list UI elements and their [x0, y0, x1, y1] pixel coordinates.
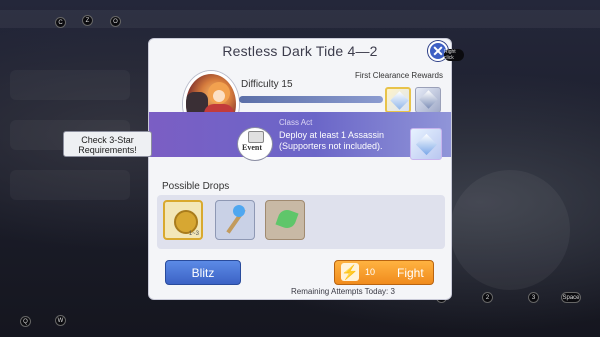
blitz-button[interactable]: Blitz	[165, 260, 241, 285]
key-hint-c: C	[55, 17, 66, 28]
difficulty-bar-fill	[239, 96, 383, 103]
event-badge: Event	[237, 127, 273, 161]
background-row	[10, 170, 130, 200]
lightning-icon: ⚡	[341, 263, 359, 281]
background-row	[10, 70, 130, 100]
key-hint-z: Z	[82, 15, 93, 26]
remaining-attempts: Remaining Attempts Today: 3	[291, 287, 395, 296]
star-crystal-icon	[415, 133, 438, 156]
drop-item-gold-coin[interactable]: 1~3	[163, 200, 203, 240]
herb-icon	[275, 207, 299, 231]
check-three-star-button[interactable]: Check 3-Star Requirements!	[63, 131, 152, 157]
ticket-icon	[419, 90, 438, 109]
background-circle	[450, 170, 570, 290]
key-hint-o: O	[110, 16, 121, 27]
fight-button[interactable]: ⚡ 10 Fight	[334, 260, 434, 285]
close-key-hint: Right click	[444, 49, 464, 61]
fight-label: Fight	[397, 266, 424, 280]
key-hint-w: W	[55, 315, 66, 326]
stamina-cost: 10	[365, 267, 376, 277]
scroll-icon	[248, 131, 264, 143]
close-icon: ✕	[432, 42, 444, 59]
first-clear-reward-crystal[interactable]	[385, 87, 411, 113]
event-label: Event	[242, 143, 262, 152]
drop-quantity: 1~3	[188, 231, 199, 237]
key-hint-space: Space	[561, 292, 581, 303]
possible-drops-label: Possible Drops	[162, 181, 230, 192]
stage-title: Restless Dark Tide 4—2	[222, 43, 378, 59]
first-clear-reward-ticket[interactable]	[415, 87, 441, 113]
gem-icon	[233, 205, 245, 217]
class-act-label: Class Act	[279, 118, 313, 127]
drop-item-green-herb[interactable]	[265, 200, 305, 240]
class-act-reward[interactable]	[410, 128, 442, 160]
key-hint-2: 2	[482, 292, 493, 303]
first-clearance-label: First Clearance Rewards	[354, 71, 443, 80]
stage-dialog: Restless Dark Tide 4—2 ✕ Right click ★ ★…	[148, 38, 464, 300]
class-act-description: Deploy at least 1 Assassin (Supporters n…	[279, 130, 385, 151]
key-hint-3: 3	[528, 292, 539, 303]
difficulty-label: Difficulty 15	[241, 79, 293, 90]
key-hint-q: Q	[20, 316, 31, 327]
drops-list: 1~3	[157, 195, 445, 249]
drop-item-blue-wand[interactable]	[215, 200, 255, 240]
crystal-icon	[390, 91, 409, 110]
difficulty-bar	[239, 96, 383, 103]
